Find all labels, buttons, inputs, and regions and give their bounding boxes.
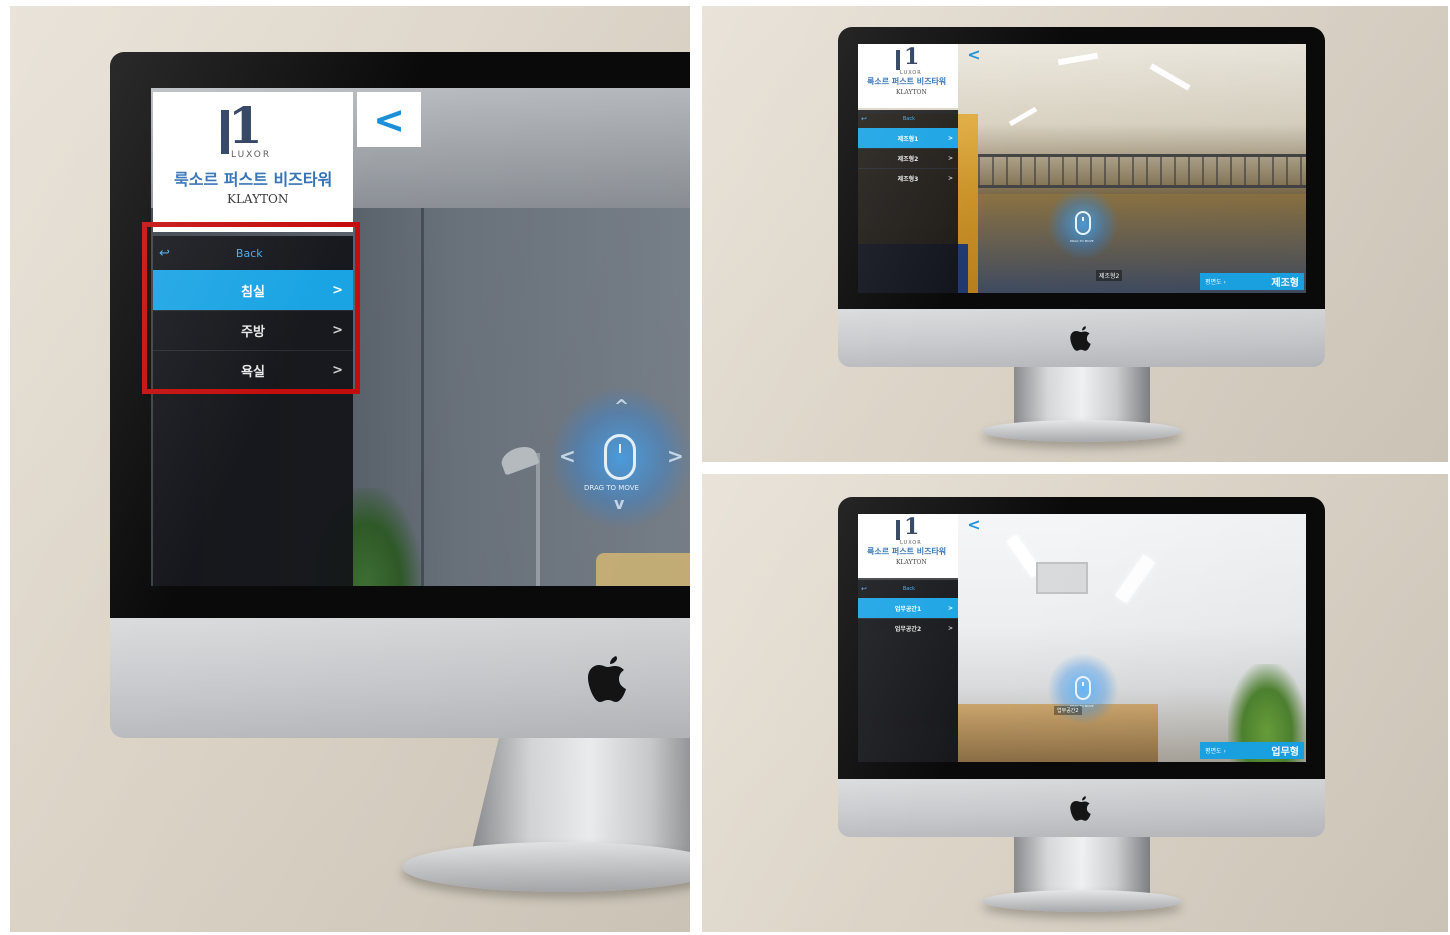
drag-to-move-label: DRAG TO MOVE: [1070, 239, 1094, 243]
chevron-right-icon: >: [947, 625, 953, 632]
vr-tour-screen[interactable]: 1 LUXOR 룩소르 퍼스트 비즈타워 KLAYTON < ↩ Back 제조…: [858, 44, 1306, 293]
menu-item-manufacturing-2[interactable]: 제조형2 >: [858, 148, 958, 168]
vr-tour-screen[interactable]: 1 LUXOR 룩소르 퍼스트 비즈타워 KLAYTON < ↩ Back 업무…: [858, 514, 1306, 762]
menu-back-label: Back: [902, 116, 916, 122]
air-conditioner: [1036, 562, 1088, 594]
luxor-logo-mark: 1: [904, 514, 920, 540]
chevron-right-icon: >: [947, 155, 953, 162]
back-arrow-button[interactable]: <: [357, 92, 421, 147]
monitor-stand-foot: [402, 842, 690, 892]
floor-lamp: [536, 453, 540, 586]
menu-back-row[interactable]: ↩ Back: [858, 110, 958, 128]
floorplan-link[interactable]: 평면도 ›: [1205, 277, 1226, 286]
monitor-stand-neck: [1014, 837, 1150, 897]
menu-item-manufacturing-1[interactable]: 제조형1 >: [858, 128, 958, 148]
menu-item-label: 제조형1: [897, 135, 919, 143]
menu-item-label: 제조형3: [897, 176, 919, 183]
apple-logo-icon: [586, 652, 630, 708]
drag-to-move-control[interactable]: DRAG TO MOVE: [1048, 189, 1118, 259]
chevron-right-icon: >: [947, 175, 953, 182]
building-name: 룩소르 퍼스트 비즈타워: [867, 547, 947, 556]
mockup-panel-main: 1 LUXOR 룩소르 퍼스트 비즈타워 KLAYTON < ↩ Back 침실…: [10, 6, 690, 932]
floorplan-info-bar[interactable]: 평면도 › 제조형: [1200, 273, 1304, 290]
mezzanine-railing: [978, 154, 1306, 188]
arrow-down-icon: v: [614, 494, 625, 513]
apple-logo-icon: [1069, 794, 1093, 824]
chevron-right-icon: >: [947, 134, 953, 142]
menu-item-label: 제조형2: [897, 156, 919, 163]
mouse-icon: [604, 434, 636, 480]
ceiling-light: [1149, 63, 1191, 91]
apple-logo-icon: [1069, 324, 1093, 354]
back-arrow-button[interactable]: <: [960, 44, 988, 64]
chevron-right-icon: >: [947, 604, 953, 612]
menu-item-label: 업무공간1: [894, 605, 922, 613]
side-menu: ↩ Back 제조형1 > 제조형2 > 제조형3 >: [858, 110, 958, 293]
hotspot-label[interactable]: 제조형2: [1096, 270, 1123, 281]
klayton-brand: KLAYTON: [227, 192, 289, 206]
wall-corner: [421, 208, 424, 586]
monitor-stand-foot: [982, 420, 1182, 442]
arrow-left-icon: <: [559, 444, 576, 468]
mouse-icon: [1075, 211, 1091, 235]
building-name: 룩소르 퍼스트 비즈타워: [174, 170, 333, 189]
mouse-icon: [1075, 676, 1091, 700]
klayton-brand: KLAYTON: [896, 89, 927, 96]
side-menu: ↩ Back 업무공간1 > 업무공간2 >: [858, 580, 958, 762]
space-type-label: 업무형: [1271, 747, 1299, 758]
hotspot-label[interactable]: 업무공간2: [1054, 706, 1082, 715]
imac-mockup: 1 LUXOR 룩소르 퍼스트 비즈타워 KLAYTON < ↩ Back 침실…: [10, 6, 690, 932]
menu-item-workspace-1[interactable]: 업무공간1 >: [858, 598, 958, 618]
mockup-panel-factory: 1 LUXOR 룩소르 퍼스트 비즈타워 KLAYTON < ↩ Back 제조…: [702, 6, 1448, 462]
lamp-head: [498, 442, 540, 476]
monitor-stand-neck: [1014, 367, 1150, 427]
back-return-icon: ↩: [861, 115, 867, 123]
luxor-logo-panel: 1 LUXOR 룩소르 퍼스트 비즈타워 KLAYTON: [858, 514, 958, 578]
menu-item-workspace-2[interactable]: 업무공간2 >: [858, 618, 958, 638]
space-type-label: 제조형: [1271, 278, 1299, 289]
arrow-up-icon: ^: [614, 396, 630, 417]
klayton-brand: KLAYTON: [896, 559, 927, 566]
luxor-logo-mark: 1: [228, 96, 263, 155]
drag-to-move-control[interactable]: ^ v < > DRAG TO MOVE: [551, 388, 690, 528]
building-name: 룩소르 퍼스트 비즈타워: [867, 77, 947, 86]
menu-back-label: Back: [902, 586, 916, 592]
ceiling-light: [1114, 554, 1156, 604]
menu-item-manufacturing-3[interactable]: 제조형3 >: [858, 168, 958, 188]
arrow-right-icon: >: [667, 444, 684, 468]
back-return-icon: ↩: [861, 585, 867, 593]
luxor-logo-panel: 1 LUXOR 룩소르 퍼스트 비즈타워 KLAYTON: [153, 92, 353, 232]
mockup-panel-office: 1 LUXOR 룩소르 퍼스트 비즈타워 KLAYTON < ↩ Back 업무…: [702, 474, 1448, 932]
sofa: [596, 553, 690, 586]
drag-to-move-label: DRAG TO MOVE: [584, 484, 639, 492]
floorplan-info-bar[interactable]: 평면도 › 업무형: [1200, 742, 1304, 759]
ceiling-light: [1008, 106, 1038, 127]
luxor-logo-mark: 1: [904, 44, 920, 70]
ceiling-light: [1057, 52, 1099, 66]
floorplan-link[interactable]: 평면도 ›: [1205, 746, 1226, 755]
monitor-stand-neck: [470, 738, 690, 858]
menu-item-label: 업무공간2: [894, 626, 922, 633]
back-arrow-button[interactable]: <: [960, 514, 988, 534]
luxor-logo-bar: [896, 50, 900, 70]
luxor-logo-bar: [896, 520, 900, 540]
menu-highlight-box: [142, 222, 360, 394]
luxor-logo-panel: 1 LUXOR 룩소르 퍼스트 비즈타워 KLAYTON: [858, 44, 958, 108]
monitor-stand-foot: [982, 890, 1182, 912]
menu-back-row[interactable]: ↩ Back: [858, 580, 958, 598]
luxor-logo-bar: [221, 110, 229, 154]
luxor-logo-sub: LUXOR: [231, 150, 272, 160]
